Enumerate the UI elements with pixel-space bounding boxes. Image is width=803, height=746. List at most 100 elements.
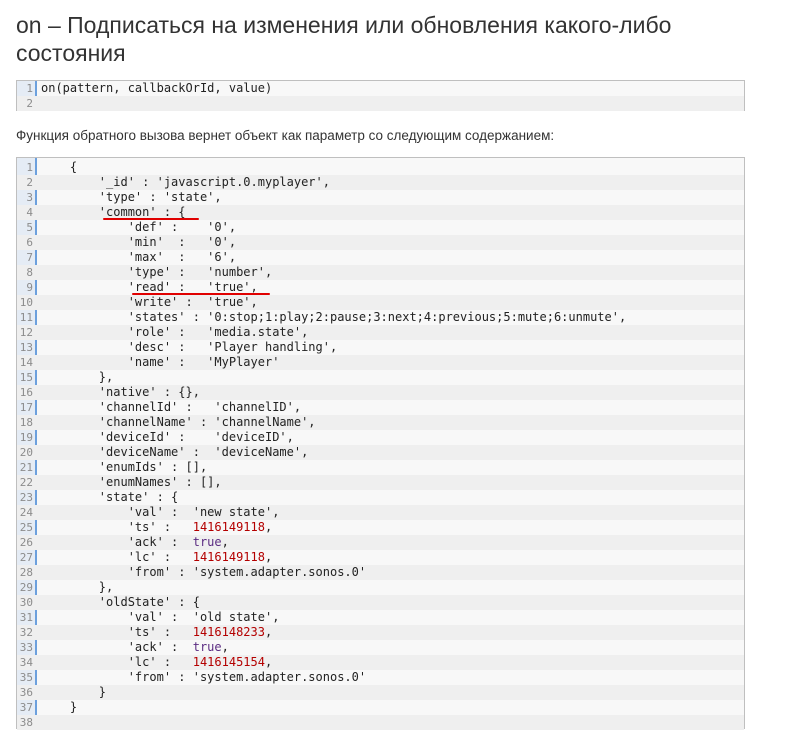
code-text: 'enumIds' : [],	[41, 460, 207, 475]
code-line: 10 'write' : 'true',	[17, 295, 744, 310]
line-number: 9	[26, 281, 33, 294]
line-number: 13	[19, 341, 33, 354]
code-line: 22 'enumNames' : [],	[17, 475, 744, 490]
line-number: 36	[19, 686, 33, 699]
code-token: 'enumNames' : [],	[41, 475, 222, 489]
code-line: 2	[17, 96, 744, 111]
code-text: 'from' : 'system.adapter.sonos.0'	[41, 670, 366, 685]
signature-code-block: 1 on(pattern, callbackOrId, value) 2	[16, 80, 745, 111]
line-number: 6	[26, 236, 33, 249]
line-number: 15	[19, 371, 33, 384]
code-line: 21 'enumIds' : [],	[17, 460, 744, 475]
line-number: 25	[19, 521, 33, 534]
code-text: 'val' : 'old state',	[41, 610, 280, 625]
number-token: 1416149118	[192, 550, 265, 564]
code-token: ,	[264, 520, 273, 534]
code-token: 'type' : 'number',	[41, 265, 273, 279]
line-number: 24	[19, 506, 33, 519]
code-token: 'name' : 'MyPlayer'	[41, 355, 280, 369]
line-number: 38	[19, 716, 33, 729]
code-line: 20 'deviceName' : 'deviceName',	[17, 445, 744, 460]
line-number: 12	[19, 326, 33, 339]
line-number: 1	[26, 82, 33, 95]
code-line: 3 'type' : 'state',	[17, 190, 744, 205]
number-token: 1416148233	[192, 625, 265, 639]
code-token: ,	[264, 655, 273, 669]
page-title: on – Подписаться на изменения или обновл…	[16, 12, 672, 66]
code-line: 1 on(pattern, callbackOrId, value)	[17, 81, 744, 96]
code-line: 38	[17, 715, 744, 730]
code-token: 'common' : {	[41, 205, 186, 219]
code-line: 8 'type' : 'number',	[17, 265, 744, 280]
code-token: 'val' : 'old state',	[41, 610, 280, 624]
code-token: 'oldState' : {	[41, 595, 200, 609]
code-text: 'role' : 'media.state',	[41, 325, 309, 340]
code-line: 34 'lc' : 1416145154,	[17, 655, 744, 670]
code-text: 'deviceId' : 'deviceID',	[41, 430, 294, 445]
underline-mark-common	[103, 218, 199, 220]
code-text: 'write' : 'true',	[41, 295, 258, 310]
code-token: 'from' : 'system.adapter.sonos.0'	[41, 670, 367, 684]
line-number: 14	[19, 356, 33, 369]
code-token: 'max' : '6',	[41, 250, 237, 264]
code-line: 35 'from' : 'system.adapter.sonos.0'	[17, 670, 744, 685]
code-text: }	[41, 700, 77, 715]
code-line: 5 'def' : '0',	[17, 220, 744, 235]
code-token: 'min' : '0',	[41, 235, 237, 249]
line-number: 21	[19, 461, 33, 474]
code-line: 6 'min' : '0',	[17, 235, 744, 250]
code-text: },	[41, 370, 113, 385]
code-text: 'type' : 'state',	[41, 190, 222, 205]
code-text: 'type' : 'number',	[41, 265, 273, 280]
line-number: 23	[19, 491, 33, 504]
line-number: 28	[19, 566, 33, 579]
code-line: 12 'role' : 'media.state',	[17, 325, 744, 340]
number-token: 1416145154	[192, 655, 265, 669]
code-token: 'enumIds' : [],	[41, 460, 208, 474]
line-number: 10	[19, 296, 33, 309]
line-number: 35	[19, 671, 33, 684]
line-number: 2	[26, 176, 33, 189]
code-token: 'desc' : 'Player handling',	[41, 340, 338, 354]
code-text: 'enumNames' : [],	[41, 475, 222, 490]
line-number: 4	[26, 206, 33, 219]
code-token: ,	[221, 535, 229, 549]
number-token: 1416149118	[192, 520, 265, 534]
code-token: ,	[221, 640, 229, 654]
code-text: 'ts' : 1416149118,	[41, 520, 273, 535]
code-token: }	[41, 700, 78, 714]
line-number: 18	[19, 416, 33, 429]
code-token: },	[41, 580, 114, 594]
code-token: 'ack' :	[41, 535, 193, 549]
line-number: 11	[19, 311, 33, 324]
code-line: 9 'read' : 'true',	[17, 280, 744, 295]
code-line: 1 {	[17, 160, 744, 175]
code-line: 14 'name' : 'MyPlayer'	[17, 355, 744, 370]
code-text: 'val' : 'new state',	[41, 505, 280, 520]
code-text: 'ack' : true,	[41, 640, 229, 655]
code-token: 'deviceId' : 'deviceID',	[41, 430, 294, 444]
line-number: 16	[19, 386, 33, 399]
code-line: 26 'ack' : true,	[17, 535, 744, 550]
code-token: 'state' : {	[41, 490, 179, 504]
line-number: 27	[19, 551, 33, 564]
code-token: 'from' : 'system.adapter.sonos.0'	[41, 565, 367, 579]
code-text: 'native' : {},	[41, 385, 200, 400]
code-token: 'channelId' : 'channelID',	[41, 400, 302, 414]
code-text: 'ts' : 1416148233,	[41, 625, 273, 640]
code-token: },	[41, 370, 114, 384]
code-text: on(pattern, callbackOrId, value)	[41, 81, 272, 96]
description-text: Функция обратного вызова вернет объект к…	[16, 128, 555, 143]
code-token: {	[41, 160, 78, 174]
code-text: 'lc' : 1416149118,	[41, 550, 273, 565]
code-line: 32 'ts' : 1416148233,	[17, 625, 744, 640]
code-text: 'ack' : true,	[41, 535, 229, 550]
code-line: 30 'oldState' : {	[17, 595, 744, 610]
line-number: 3	[26, 191, 33, 204]
code-token: 'ts' :	[41, 520, 193, 534]
line-number: 17	[19, 401, 33, 414]
code-token: 'channelName' : 'channelName',	[41, 415, 316, 429]
line-number: 1	[26, 161, 33, 174]
code-token: 'write' : 'true',	[41, 295, 258, 309]
line-number: 8	[26, 266, 33, 279]
